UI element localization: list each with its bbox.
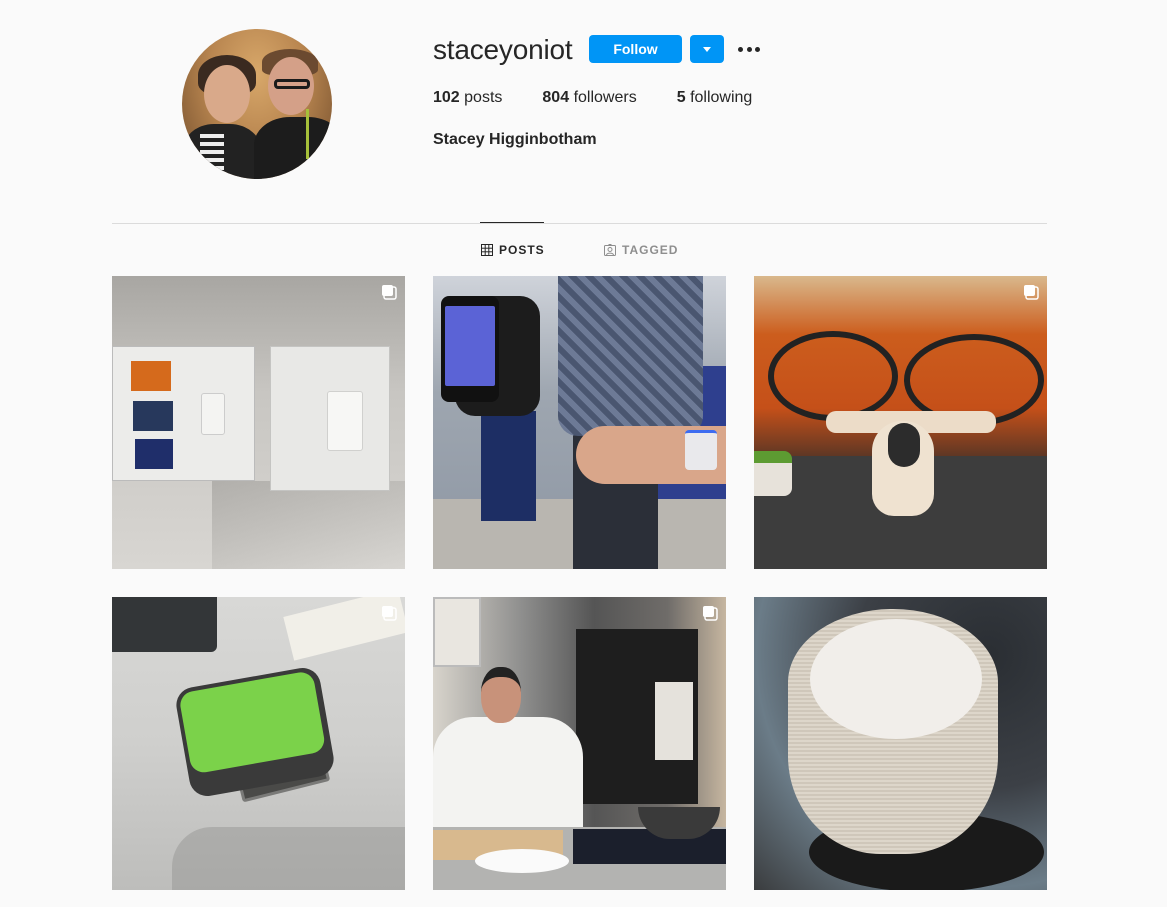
photo-shape xyxy=(135,439,173,469)
photo-shape xyxy=(433,717,583,837)
photo-shape xyxy=(133,401,173,431)
photo-shape xyxy=(172,827,405,890)
post-thumbnail[interactable] xyxy=(433,276,726,569)
photo-shape xyxy=(112,597,217,652)
photo-shape xyxy=(433,597,481,667)
photo-shape xyxy=(112,346,255,481)
post-thumbnail[interactable] xyxy=(112,597,405,890)
post-thumbnail[interactable] xyxy=(433,597,726,890)
photo-shape xyxy=(655,682,693,760)
post-thumbnail[interactable] xyxy=(754,276,1047,569)
photo-shape xyxy=(558,276,703,436)
grid-icon xyxy=(481,244,493,256)
photo-shape xyxy=(475,849,569,873)
carousel-multiple-images-icon xyxy=(703,606,718,621)
photo-shape xyxy=(481,411,536,521)
carousel-multiple-images-icon xyxy=(382,606,397,621)
photo-shape xyxy=(788,609,998,854)
posts-count-label: posts xyxy=(464,89,503,106)
photo-shape xyxy=(178,670,327,775)
tabs-divider xyxy=(112,223,1047,224)
followers-count-value: 804 xyxy=(542,89,570,106)
post-thumbnail[interactable] xyxy=(754,597,1047,890)
profile-avatar[interactable] xyxy=(182,29,332,179)
photo-shape xyxy=(768,331,898,421)
avatar-figure xyxy=(274,79,310,89)
avatar-figure xyxy=(204,65,250,123)
photo-shape xyxy=(754,451,792,496)
tab-posts[interactable]: POSTS xyxy=(481,243,545,257)
ellipsis-icon xyxy=(746,46,752,52)
following-count-value: 5 xyxy=(676,89,686,106)
carousel-multiple-images-icon xyxy=(382,285,397,300)
followers-count-label: followers xyxy=(573,89,637,106)
followers-link[interactable]: 804 followers xyxy=(542,89,636,107)
suggested-accounts-dropdown-button[interactable] xyxy=(690,35,724,63)
ellipsis-icon xyxy=(755,46,760,52)
posts-count: 102 posts xyxy=(433,89,502,107)
tab-tagged-label: TAGGED xyxy=(622,243,679,257)
photo-shape xyxy=(327,391,363,451)
photo-shape xyxy=(810,619,982,739)
avatar-figure xyxy=(306,109,309,159)
posts-count-value: 102 xyxy=(433,89,460,106)
follow-button[interactable]: Follow xyxy=(589,35,682,63)
avatar-figure xyxy=(254,117,332,179)
photo-shape xyxy=(212,481,405,569)
tab-tagged[interactable]: TAGGED xyxy=(604,243,678,257)
photo-shape xyxy=(481,667,521,723)
posts-grid xyxy=(112,276,1047,890)
more-options-button[interactable] xyxy=(736,40,762,58)
photo-shape xyxy=(445,306,495,386)
avatar-figure xyxy=(200,134,224,174)
photo-shape xyxy=(201,393,225,435)
profile-full-name: Stacey Higginbotham xyxy=(433,131,597,148)
tab-posts-label: POSTS xyxy=(499,243,545,257)
carousel-multiple-images-icon xyxy=(1024,285,1039,300)
photo-shape xyxy=(685,430,717,470)
active-tab-indicator xyxy=(480,222,544,223)
profile-username: staceyoniot xyxy=(433,34,573,65)
tagged-user-icon xyxy=(604,244,616,256)
triangle-down-icon xyxy=(703,47,711,52)
post-thumbnail[interactable] xyxy=(112,276,405,569)
photo-shape xyxy=(441,296,499,402)
ellipsis-icon xyxy=(738,46,743,52)
profile-stats: 102 posts 804 followers 5 following xyxy=(433,89,792,107)
photo-shape xyxy=(888,423,920,467)
photo-shape xyxy=(270,346,390,491)
following-link[interactable]: 5 following xyxy=(677,89,753,107)
following-count-label: following xyxy=(690,89,753,106)
photo-shape xyxy=(131,361,171,391)
